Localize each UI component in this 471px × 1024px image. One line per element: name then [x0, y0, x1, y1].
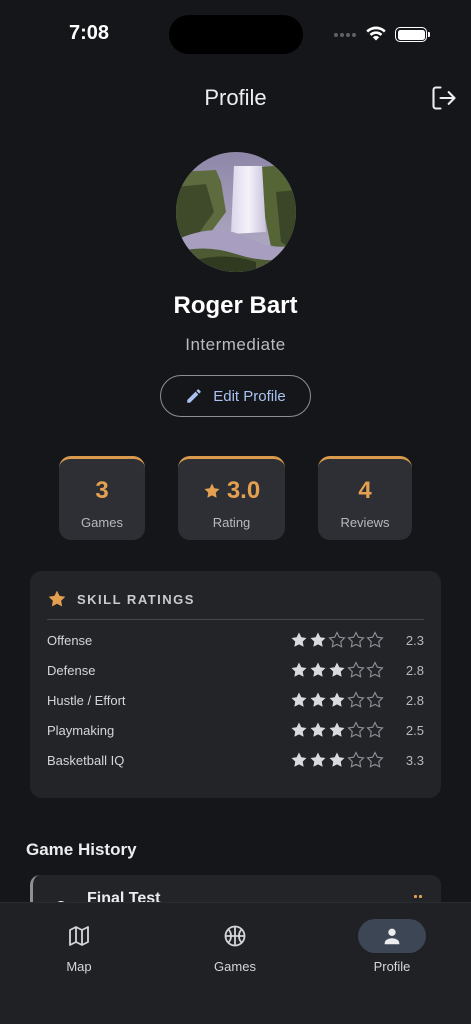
star-empty-icon	[366, 661, 384, 678]
tab-bar: Map Games Profile	[0, 902, 471, 1024]
star-filled-icon	[291, 632, 307, 647]
map-icon	[69, 926, 89, 946]
star-filled-icon	[310, 662, 326, 677]
skill-name: Hustle / Effort	[47, 692, 126, 708]
avatar[interactable]	[176, 152, 296, 272]
star-filled-icon	[291, 692, 307, 707]
edit-profile-button[interactable]: Edit Profile	[160, 375, 311, 417]
star-empty-icon	[347, 691, 365, 708]
game-history-title: Game History	[26, 840, 137, 859]
wifi-icon	[366, 26, 386, 41]
battery-icon	[395, 27, 427, 42]
logout-icon	[432, 86, 456, 110]
tab-games[interactable]: Games	[175, 919, 295, 979]
skill-score: 2.8	[405, 692, 424, 708]
user-name: Roger Bart	[173, 292, 298, 319]
skill-name: Playmaking	[47, 722, 115, 738]
skill-stars	[290, 691, 394, 709]
skill-ratings-title: SKILL RATINGS	[77, 591, 195, 607]
star-filled-icon	[329, 752, 345, 767]
star-filled-icon	[310, 692, 326, 707]
skill-row: Playmaking 2.5	[47, 720, 424, 740]
skill-score: 3.3	[405, 752, 424, 768]
stat-card-rating: 3.0 Rating	[178, 456, 285, 540]
status-time: 7:08	[69, 22, 110, 44]
star-empty-icon	[366, 751, 384, 768]
skill-row: Offense 2.3	[47, 630, 424, 650]
basketball-icon	[224, 925, 246, 947]
star-empty-icon	[366, 721, 384, 738]
person-icon	[384, 928, 400, 945]
skill-stars	[290, 661, 394, 679]
tab-label: Map	[66, 959, 92, 974]
skill-name: Defense	[47, 662, 96, 678]
stat-label: Reviews	[340, 515, 390, 530]
dynamic-island	[169, 15, 303, 54]
tab-profile[interactable]: Profile	[332, 919, 452, 979]
tab-label: Games	[214, 959, 256, 974]
skill-score: 2.5	[405, 722, 424, 738]
status-badge	[414, 895, 422, 899]
tab-label: Profile	[373, 959, 411, 974]
stat-label: Games	[81, 515, 123, 530]
skill-ratings-header: SKILL RATINGS	[47, 589, 195, 609]
star-filled-icon	[329, 722, 345, 737]
divider	[47, 619, 424, 620]
star-icon	[204, 483, 220, 498]
stat-value: 3	[95, 477, 109, 504]
edit-profile-label: Edit Profile	[213, 387, 286, 405]
stat-card-games: 3 Games	[59, 456, 145, 540]
star-filled-icon	[291, 722, 307, 737]
skill-name: Basketball IQ	[47, 752, 125, 768]
signal-icon	[334, 33, 356, 37]
star-empty-icon	[347, 631, 365, 648]
skill-row: Hustle / Effort 2.8	[47, 690, 424, 710]
tab-map[interactable]: Map	[19, 919, 139, 979]
stat-card-reviews: 4 Reviews	[318, 456, 412, 540]
page-title: Profile	[204, 85, 267, 110]
skill-stars	[290, 751, 394, 769]
star-filled-icon	[291, 662, 307, 677]
skill-stars	[290, 721, 394, 739]
star-empty-icon	[366, 631, 384, 648]
star-filled-icon	[310, 722, 326, 737]
skill-row: Defense 2.8	[47, 660, 424, 680]
star-empty-icon	[347, 661, 365, 678]
skill-stars	[290, 631, 394, 649]
stat-value: 3.0	[226, 477, 261, 504]
star-empty-icon	[347, 751, 365, 768]
user-skill-level: Intermediate	[185, 335, 286, 354]
skill-name: Offense	[47, 632, 93, 648]
stat-label: Rating	[212, 515, 251, 530]
skill-ratings-card: SKILL RATINGS Offense 2.3 Defense 2.8 Hu…	[30, 571, 441, 798]
skill-row: Basketball IQ 3.3	[47, 750, 424, 770]
star-empty-icon	[347, 721, 365, 738]
logout-button[interactable]	[430, 84, 458, 112]
star-icon	[48, 590, 66, 607]
skill-score: 2.8	[405, 662, 424, 678]
star-filled-icon	[310, 632, 326, 647]
pencil-icon	[187, 389, 201, 403]
star-empty-icon	[328, 631, 346, 648]
star-filled-icon	[310, 752, 326, 767]
star-filled-icon	[329, 692, 345, 707]
stat-value: 4	[358, 477, 372, 504]
status-bar: 7:08	[0, 0, 471, 70]
star-empty-icon	[366, 691, 384, 708]
star-filled-icon	[329, 662, 345, 677]
skill-score: 2.3	[405, 632, 424, 648]
star-filled-icon	[291, 752, 307, 767]
